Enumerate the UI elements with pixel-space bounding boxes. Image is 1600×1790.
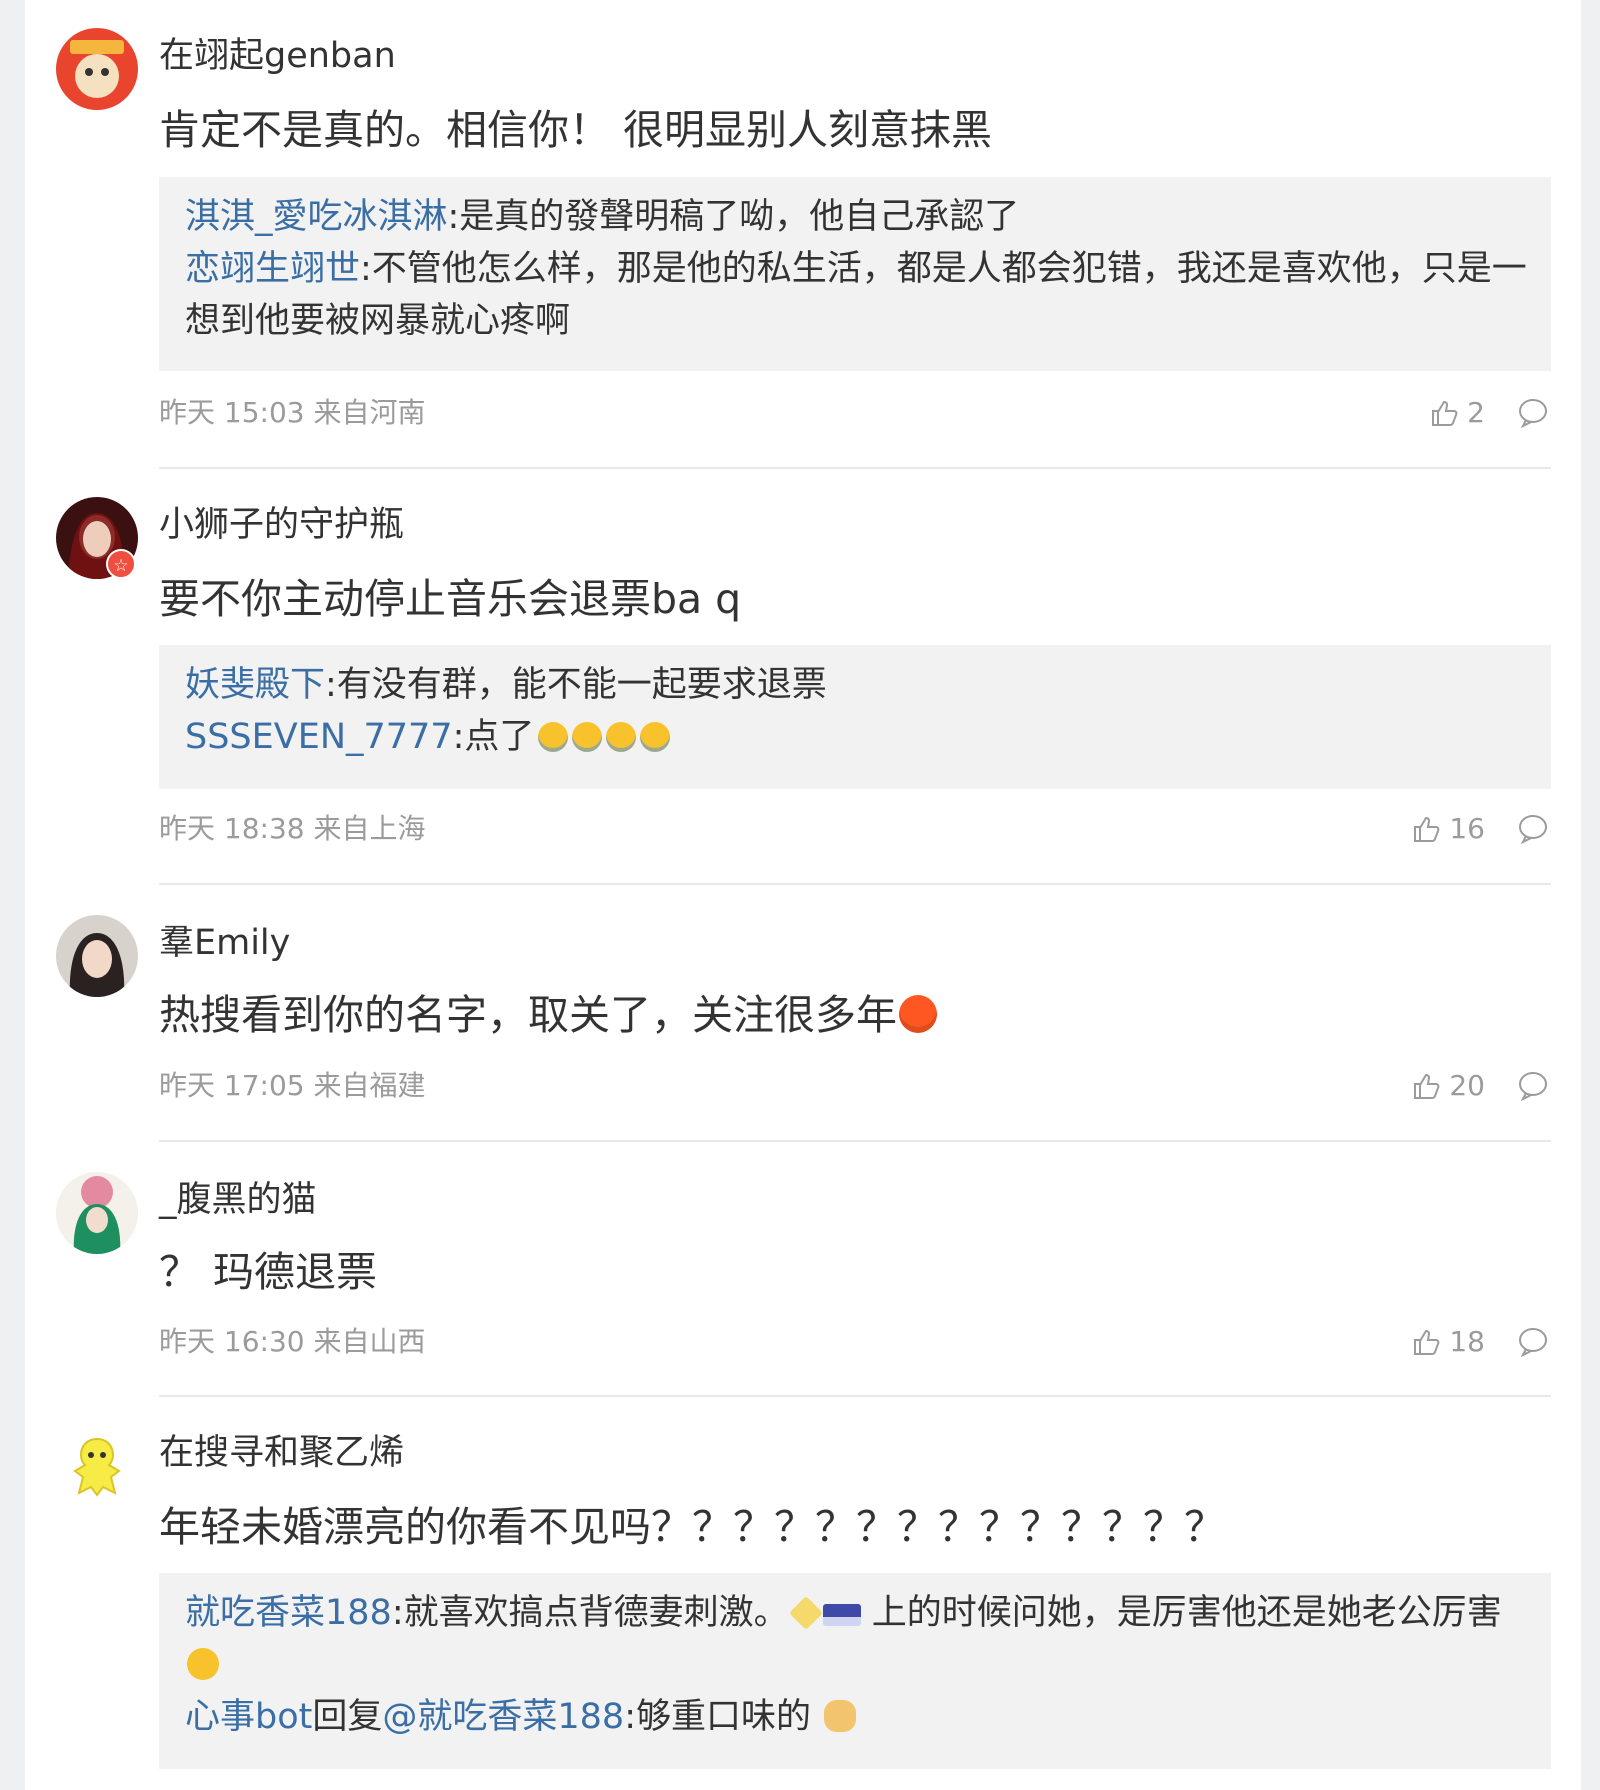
reply-line: 淇淇_愛吃冰淇淋:是真的發聲明稿了呦，他自己承認了 [185, 191, 1527, 243]
reply-button[interactable] [1517, 1071, 1549, 1101]
comment-text: 年轻未婚漂亮的你看不见吗？？？？？？？？？？？？？？ [159, 1503, 1225, 1551]
like-count: 18 [1449, 1325, 1485, 1358]
user-avatar[interactable] [56, 915, 138, 997]
reply-username[interactable]: 妖斐殿下 [185, 665, 325, 705]
comment-item: 在搜寻和聚乙烯 年轻未婚漂亮的你看不见吗？？？？？？？？？？？？？？ 就吃香菜1… [25, 1397, 1581, 1790]
comment-text: 热搜看到你的名字，取关了，关注很多年 [159, 989, 937, 1041]
reply-username[interactable]: 就吃香菜188 [185, 1593, 392, 1633]
reply-box[interactable]: 妖斐殿下:有没有群，能不能一起要求退票 SSSEVEN_7777:点了 [159, 645, 1551, 789]
reply-line: 恋翊生翊世:不管他怎么样，那是他的私生活，都是人都会犯错，我还是喜欢他，只是一想… [185, 243, 1527, 347]
like-count: 16 [1449, 812, 1485, 845]
reply-text: :有没有群，能不能一起要求退票 [325, 665, 827, 705]
comment-actions: 20 [1411, 1068, 1549, 1104]
comment-username[interactable]: _腹黑的猫 [159, 1178, 317, 1222]
comment-meta: 昨天 16:30 来自山西 [159, 1325, 426, 1358]
reply-username[interactable]: SSSEVEN_7777 [185, 717, 453, 757]
reply-line: 妖斐殿下:有没有群，能不能一起要求退票 [185, 659, 1527, 711]
reply-username[interactable]: 心事bot [185, 1697, 312, 1737]
thumbs-up-icon [1411, 814, 1441, 844]
comment-username[interactable]: 在搜寻和聚乙烯 [159, 1431, 404, 1475]
user-avatar[interactable] [56, 1172, 138, 1254]
comment-bubble-icon [1517, 398, 1549, 428]
like-button[interactable]: 2 [1429, 395, 1485, 431]
reply-text: :点了 [452, 717, 535, 757]
user-avatar[interactable] [56, 28, 138, 110]
comment-bubble-icon [1517, 814, 1549, 844]
comment-item: ☆ 小狮子的守护瓶 要不你主动停止音乐会退票ba q 妖斐殿下:有没有群，能不能… [25, 467, 1581, 884]
crying-emoji-icon [572, 722, 603, 752]
comment-username[interactable]: 羣Emily [159, 921, 290, 965]
thumbs-up-icon [1429, 398, 1459, 428]
reply-text: :就喜欢搞点背德妻刺激。 [391, 1593, 789, 1633]
crying-emoji-icon [606, 722, 637, 752]
comment-bubble-icon [1517, 1071, 1549, 1101]
vip-badge: ☆ [106, 549, 136, 579]
comment-item: 在翊起genban 肯定不是真的。相信你！ 很明显别人刻意抹黑 淇淇_愛吃冰淇淋… [25, 0, 1581, 468]
comment-text: 要不你主动停止音乐会退票ba q [159, 575, 742, 623]
comment-text: ？ 玛德退票 [159, 1248, 378, 1296]
reply-text: :不管他怎么样，那是他的私生活，都是人都会犯错，我还是喜欢他，只是一想到他要被网… [185, 249, 1527, 341]
reply-mention[interactable]: @就吃香菜188 [382, 1697, 624, 1737]
reply-button[interactable] [1517, 398, 1549, 428]
reply-box[interactable]: 就吃香菜188:就喜欢搞点背德妻刺激。 上的时候问她，是厉害他还是她老公厉害 心… [159, 1573, 1551, 1769]
reply-box[interactable]: 淇淇_愛吃冰淇淋:是真的發聲明稿了呦，他自己承認了 恋翊生翊世:不管他怎么样，那… [159, 177, 1551, 371]
reply-text: :够重口味的 [624, 1697, 811, 1737]
reply-line: 就吃香菜188:就喜欢搞点背德妻刺激。 上的时候问她，是厉害他还是她老公厉害 [185, 1587, 1527, 1691]
like-count: 2 [1467, 396, 1485, 429]
comment-panel: 在翊起genban 肯定不是真的。相信你！ 很明显别人刻意抹黑 淇淇_愛吃冰淇淋… [25, 0, 1581, 1790]
doge-emoji-icon [824, 1700, 857, 1732]
thumbs-up-icon [1411, 1327, 1441, 1357]
comment-bubble-icon [1517, 1327, 1549, 1357]
comment-username[interactable]: 小狮子的守护瓶 [159, 503, 404, 547]
reply-line: SSSEVEN_7777:点了 [185, 711, 1527, 763]
crying-emoji-icon [640, 722, 671, 752]
comment-username[interactable]: 在翊起genban [159, 34, 396, 78]
reply-text: :是真的發聲明稿了呦，他自己承認了 [447, 197, 1020, 237]
bed-emoji-icon [822, 1604, 861, 1626]
comment-meta: 昨天 17:05 来自福建 [159, 1069, 426, 1102]
comment-actions: 2 [1429, 395, 1549, 431]
comment-item: _腹黑的猫 ？ 玛德退票 昨天 16:30 来自山西 18 [25, 1142, 1581, 1396]
comment-item: 羣Emily 热搜看到你的名字，取关了，关注很多年 昨天 17:05 来自福建 … [25, 885, 1581, 1141]
comment-actions: 16 [1411, 811, 1549, 847]
reply-button[interactable] [1517, 814, 1549, 844]
reply-button[interactable] [1517, 1327, 1549, 1357]
reply-word: 回复 [312, 1697, 383, 1737]
comment-meta: 昨天 18:38 来自上海 [159, 812, 426, 845]
comment-text: 肯定不是真的。相信你！ 很明显别人刻意抹黑 [159, 106, 993, 154]
reply-username[interactable]: 淇淇_愛吃冰淇淋 [185, 197, 448, 237]
sparkle-emoji-icon [788, 1596, 823, 1630]
like-button[interactable]: 20 [1411, 1068, 1485, 1104]
comment-actions: 18 [1411, 1324, 1549, 1360]
like-count: 20 [1449, 1069, 1485, 1102]
comment-meta: 昨天 15:03 来自河南 [159, 396, 426, 429]
angry-face-emoji-icon [899, 995, 937, 1033]
reply-text-continued: 上的时候问她，是厉害他还是她老公厉害 [871, 1593, 1502, 1633]
reply-line: 心事bot回复@就吃香菜188:够重口味的 [185, 1691, 1527, 1743]
reply-username[interactable]: 恋翊生翊世 [185, 249, 360, 289]
smile-emoji-icon [187, 1648, 219, 1680]
user-avatar[interactable] [56, 1425, 138, 1507]
like-button[interactable]: 18 [1411, 1324, 1485, 1360]
comment-text-content: 热搜看到你的名字，取关了，关注很多年 [159, 991, 897, 1039]
thumbs-up-icon [1411, 1071, 1441, 1101]
like-button[interactable]: 16 [1411, 811, 1485, 847]
crying-emoji-icon [538, 722, 569, 752]
